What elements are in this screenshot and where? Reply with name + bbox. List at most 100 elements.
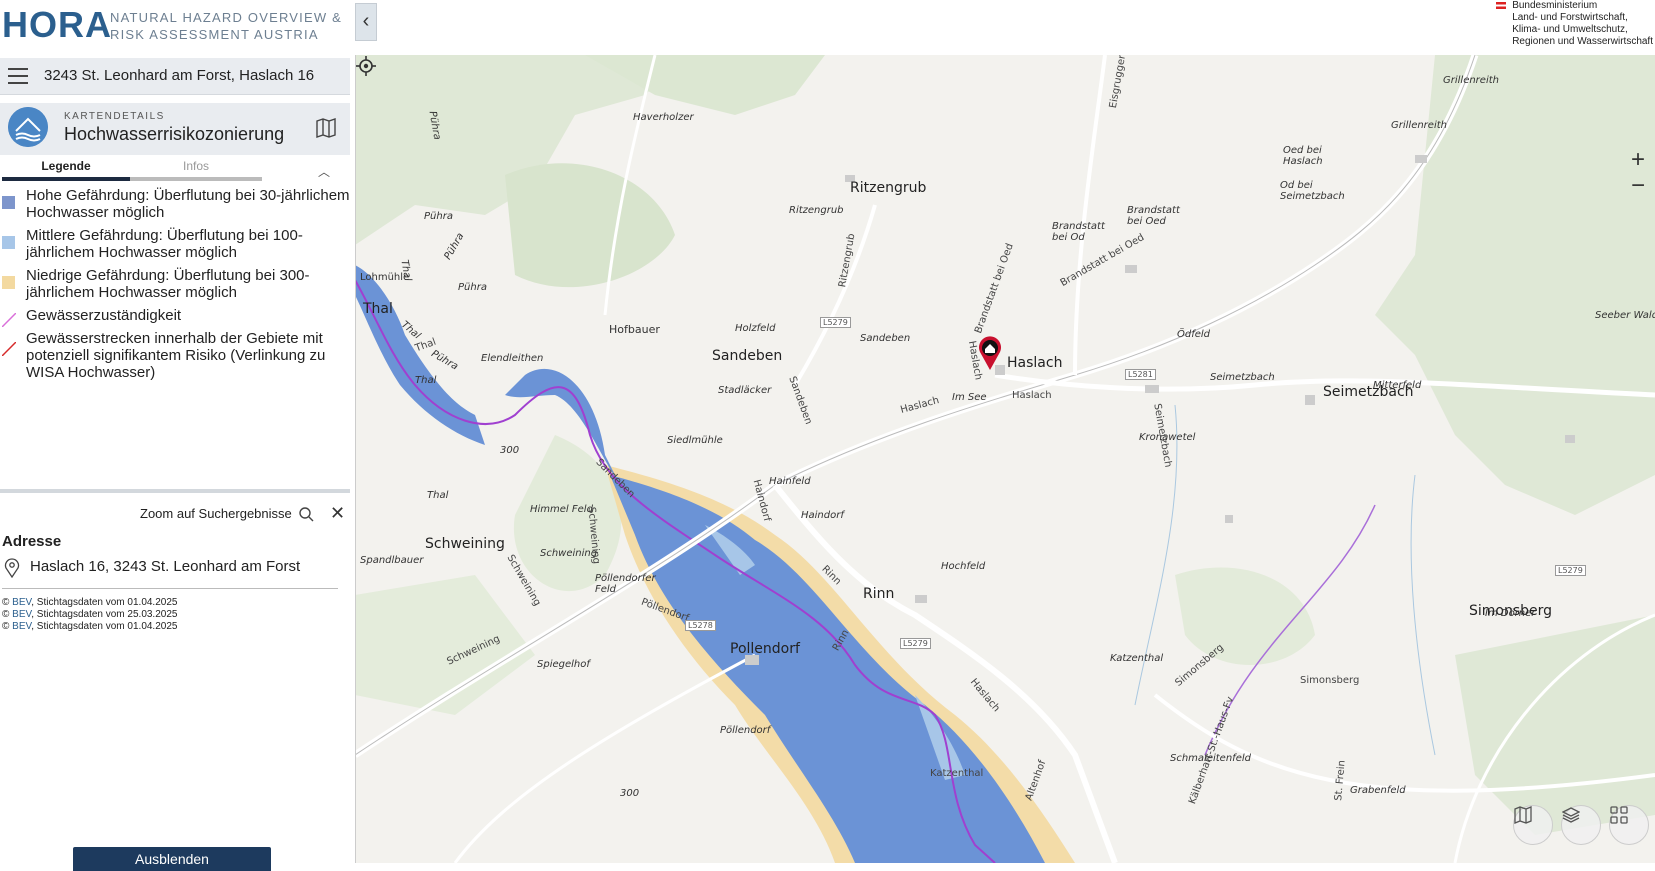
locality-label: Himmel Feld (530, 504, 593, 515)
grid-icon (1610, 806, 1628, 824)
locate-icon[interactable] (355, 55, 377, 77)
legend-label: Hohe Gefährdung: Überflutung bei 30-jähr… (26, 187, 350, 221)
route-badge: L5279 (820, 317, 851, 328)
tools-button[interactable] (1609, 805, 1649, 845)
locality-label: Seeber Wald (1595, 310, 1655, 321)
locality-label: Spandlbauer (360, 555, 424, 566)
contour-label: 300 (620, 788, 640, 799)
legend-swatch-medium (2, 236, 15, 249)
place-label: Schweining (425, 536, 505, 552)
address-heading: Adresse (2, 533, 62, 550)
bev-link[interactable]: BEV (12, 621, 31, 632)
legend-item: Niedrige Gefährdung: Überflutung bei 300… (0, 267, 350, 301)
collapse-sidebar-button[interactable]: ‹ (355, 3, 377, 41)
locality-label: Im See (952, 392, 987, 403)
zoom-in-button[interactable]: + (1627, 148, 1649, 172)
zoom-out-button[interactable]: − (1627, 174, 1649, 199)
basemap-button[interactable] (1513, 805, 1553, 845)
locality-label: Brandstatt bei Od (1052, 221, 1105, 243)
tagline-line-2: RISK ASSESSMENT AUSTRIA (110, 27, 319, 42)
locality-label: Pöllendorf (720, 725, 771, 736)
legend: Hohe Gefährdung: Überflutung bei 30-jähr… (0, 187, 350, 387)
contour-label: 300 (500, 445, 520, 456)
locality-label: Seimetzbach (1210, 372, 1275, 383)
legend-label: Niedrige Gefährdung: Überflutung bei 300… (26, 267, 310, 301)
chevron-up-icon[interactable]: ︿ (318, 163, 330, 180)
place-label: Hofbauer (609, 323, 660, 336)
bev-link[interactable]: BEV (12, 597, 31, 608)
locality-label: Im Dörner (1485, 608, 1536, 619)
legend-label[interactable]: Gewässerstrecken innerhalb der Gebiete m… (26, 330, 325, 381)
credit-line: © BEV, Stichtagsdaten vom 01.04.2025 (2, 597, 178, 608)
address-marker-icon[interactable] (977, 336, 1003, 372)
locality-label: Pühra (458, 282, 487, 293)
detail-tabs: Legende Infos ︿ (0, 159, 350, 181)
ministry-logo[interactable]: Bundesministerium Land- und Forstwirtsch… (1496, 0, 1653, 48)
locality-label: Grillenreith (1391, 120, 1447, 131)
logo-tagline: NATURAL HAZARD OVERVIEW & RISK ASSESSMEN… (110, 9, 342, 43)
location-pin-icon (4, 558, 20, 578)
address-value[interactable]: Haslach 16, 3243 St. Leonhard am Forst (30, 558, 300, 575)
locality-label: Thal (415, 375, 437, 386)
basemap (355, 55, 1655, 863)
locality-label: Od bei Seimetzbach (1280, 180, 1345, 202)
road-label: Haslach (1012, 390, 1052, 401)
locality-label: Oed bei Haslach (1283, 145, 1323, 167)
flood-theme-icon (8, 107, 48, 147)
tab-infos[interactable]: Infos (130, 159, 262, 181)
hide-button[interactable]: Ausblenden (73, 847, 271, 871)
credit-line: © BEV, Stichtagsdaten vom 01.04.2025 (2, 621, 178, 632)
locality-label: Haverholzer (633, 112, 694, 123)
locality-label: Ödfeld (1177, 329, 1211, 340)
hora-logo[interactable]: HORA (2, 4, 112, 46)
locality-label: Grabenfeld (1350, 785, 1406, 796)
search-bar[interactable]: 3243 St. Leonhard am Forst, Haslach 16 (0, 58, 350, 95)
tab-legende[interactable]: Legende (2, 159, 130, 181)
route-badge: L5281 (1125, 369, 1156, 380)
close-icon[interactable]: ✕ (330, 503, 345, 524)
route-badge: L5279 (1555, 565, 1586, 576)
locality-label: Haindorf (801, 510, 844, 521)
legend-swatch-high (2, 196, 15, 209)
locality-label: Pühra (424, 211, 453, 222)
layers-button[interactable] (1561, 805, 1601, 845)
card-kicker: KARTENDETAILS (64, 111, 165, 122)
locality-label: Sandeben (860, 333, 911, 344)
map-canvas[interactable]: Ritzengrub Sandeben Haslach Seimetzbach … (355, 55, 1655, 863)
app-header: HORA NATURAL HAZARD OVERVIEW & RISK ASSE… (0, 0, 1655, 55)
map-icon (1514, 806, 1532, 824)
austria-flag-icon (1496, 2, 1507, 9)
ministry-line: Land- und Forstwirtschaft, (1512, 12, 1628, 23)
legend-line-red (2, 342, 16, 356)
place-label: Haslach (1007, 355, 1063, 371)
locality-label: Thal (427, 490, 449, 501)
data-credits: © BEV, Stichtagsdaten vom 01.04.2025 © B… (2, 597, 177, 633)
locality-label: Katzenthal (1110, 653, 1164, 664)
hamburger-menu-icon[interactable] (8, 68, 28, 84)
legend-line-purple (2, 313, 16, 327)
search-icon[interactable] (298, 506, 314, 522)
route-badge: L5278 (685, 620, 716, 631)
divider (2, 588, 338, 589)
ministry-line: Klima- und Umweltschutz, (1512, 24, 1628, 35)
locality-label: Brandstatt bei Oed (1127, 205, 1180, 227)
locality-label: Hainfeld (769, 476, 811, 487)
sidebar-panel: 3243 St. Leonhard am Forst, Haslach 16 K… (0, 55, 356, 871)
map-book-icon[interactable] (315, 117, 337, 139)
search-input[interactable]: 3243 St. Leonhard am Forst, Haslach 16 (44, 67, 314, 84)
locality-label: Siedlmühle (667, 435, 723, 446)
locality-label: Hochfeld (941, 561, 986, 572)
locality-label: Elendleithen (481, 353, 544, 364)
panel-divider[interactable] (0, 489, 350, 493)
card-title: Hochwasserrisikozonierung (64, 124, 285, 144)
place-label: Rinn (863, 586, 895, 602)
locality-label: Holzfeld (735, 323, 776, 334)
legend-item: Gewässerzuständigkeit (0, 307, 350, 327)
bev-link[interactable]: BEV (12, 609, 31, 620)
road-label: Simonsberg (1300, 675, 1360, 686)
locality-label: Mitterfeld (1373, 380, 1422, 391)
legend-label: Gewässerzuständigkeit (26, 307, 182, 324)
legend-item: Hohe Gefährdung: Überflutung bei 30-jähr… (0, 187, 350, 221)
zoom-to-results-link[interactable]: Zoom auf Suchergebnisse (140, 506, 292, 521)
place-label: Ritzengrub (850, 180, 927, 196)
